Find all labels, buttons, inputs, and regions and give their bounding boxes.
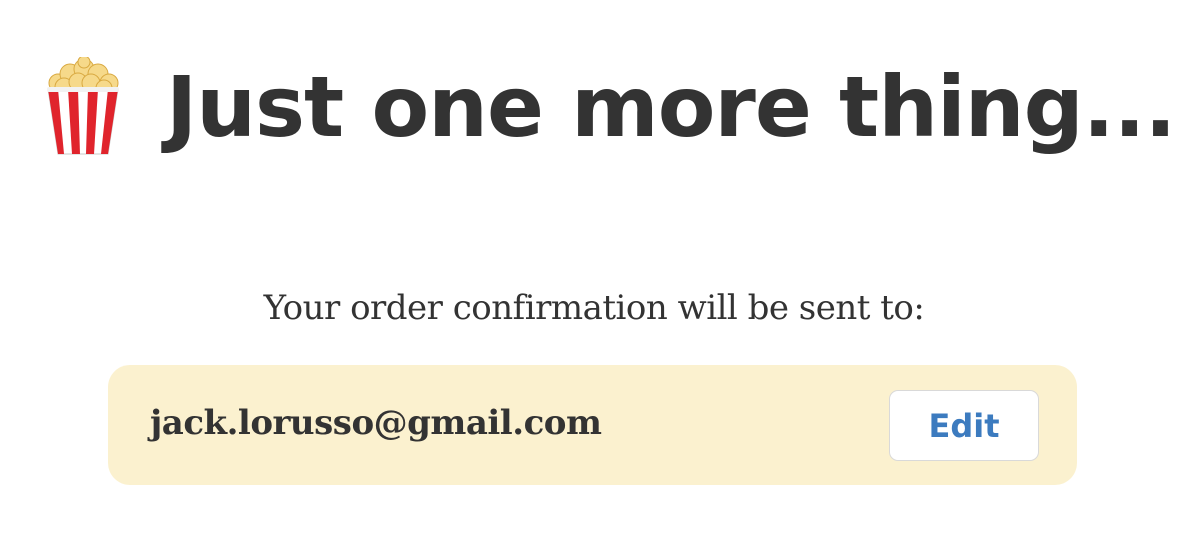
email-address: jack.lorusso@gmail.com [150,403,602,443]
email-confirmation-box: jack.lorusso@gmail.com Edit [108,365,1077,485]
popcorn-icon [47,57,119,155]
page-title: Just one more thing... [166,58,1176,156]
edit-email-button[interactable]: Edit [889,390,1039,461]
confirmation-message: Your order confirmation will be sent to: [263,288,925,328]
page-header: Just one more thing... [44,52,1176,162]
